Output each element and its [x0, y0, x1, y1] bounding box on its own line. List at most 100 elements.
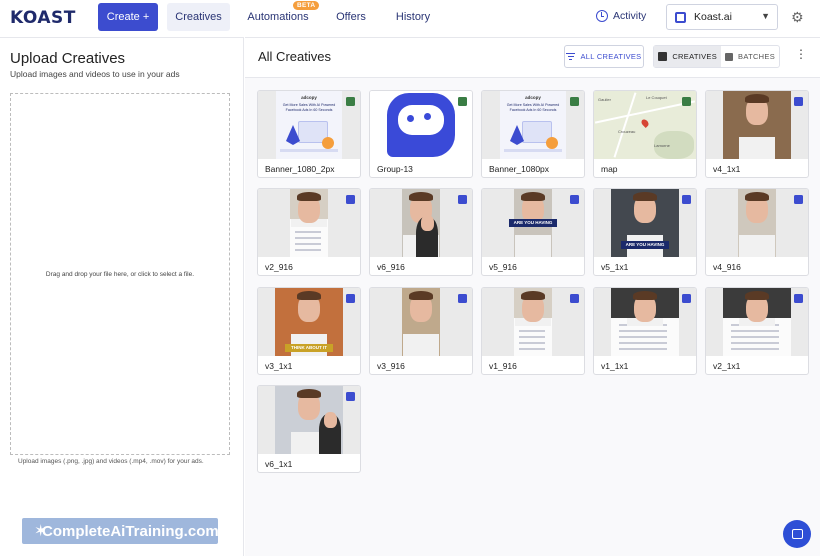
more-options-icon[interactable]: ⋮: [795, 47, 807, 61]
video-icon: [346, 195, 355, 204]
creative-card[interactable]: v4_1x1: [705, 90, 809, 178]
thumbnail-shape: Gaulier Le Couquet Crouzeau Lamorne: [594, 91, 696, 159]
upload-hint: Upload images (.png, .jpg) and videos (.…: [18, 458, 204, 465]
creative-card[interactable]: v1_1x1: [593, 287, 697, 375]
thumbnail-shape: [738, 189, 776, 257]
view-creatives-button[interactable]: CREATIVES: [654, 46, 721, 67]
creative-card[interactable]: ARE YOU HAVING v5_916: [481, 188, 585, 276]
thumbnail-shape: adcopy Get More Sales With AI Powered Fa…: [276, 91, 342, 159]
thumbnail-shape: [409, 291, 433, 300]
video-icon: [570, 294, 579, 303]
creative-name: Banner_1080_2px: [265, 164, 335, 174]
thumbnail-shape: [731, 342, 779, 344]
creative-name: v3_916: [377, 361, 405, 371]
creative-card[interactable]: v6_916: [369, 188, 473, 276]
creative-name: v5_916: [489, 262, 517, 272]
thumbnail-shape: [504, 149, 562, 152]
thumbnail-shape: [619, 342, 667, 344]
thumbnail-shape: [723, 288, 791, 356]
file-dropzone[interactable]: Drag and drop your file here, or click t…: [10, 93, 230, 455]
thumbnail-shape: [546, 137, 558, 149]
thumbnail-shape: [521, 192, 545, 201]
creative-thumbnail: [258, 386, 360, 454]
thumbnail-shape: ARE YOU HAVING: [621, 241, 669, 249]
creative-name: v3_1x1: [265, 361, 293, 371]
thumbnail-shape: [731, 330, 779, 332]
thumbnail-shape: [640, 118, 650, 128]
creative-thumbnail: [594, 288, 696, 356]
thumbnail-shape: [409, 192, 433, 201]
thumbnail-shape: [297, 291, 321, 300]
thumbnail-shape: ARE YOU HAVING: [509, 189, 557, 257]
creative-name: Group-13: [377, 164, 413, 174]
thumbnail-shape: [297, 192, 321, 201]
image-icon: [570, 97, 579, 106]
tab-creatives[interactable]: Creatives: [167, 3, 230, 31]
thumbnail-shape: [619, 336, 667, 338]
thumbnail-shape: [403, 334, 439, 356]
video-icon: [458, 195, 467, 204]
koast-logo[interactable]: KOAST: [10, 8, 76, 28]
thumbnail-shape: ARE YOU HAVING: [509, 219, 557, 227]
view-batches-button[interactable]: BATCHES: [721, 46, 779, 67]
thumbnail-shape: [731, 336, 779, 338]
image-icon: [458, 97, 467, 106]
watermark-text: CompleteAiTraining.com: [42, 522, 219, 540]
creative-card[interactable]: v3_916: [369, 287, 473, 375]
chat-button[interactable]: [783, 520, 811, 548]
creative-card[interactable]: v2_916: [257, 188, 361, 276]
thumbnail-shape: [521, 291, 545, 300]
chat-icon: [791, 529, 803, 539]
thumbnail-shape: [402, 288, 440, 356]
creative-name: v2_916: [265, 262, 293, 272]
creative-thumbnail: [706, 91, 808, 159]
video-icon: [682, 195, 691, 204]
upload-panel: Upload Creatives Upload images and video…: [0, 37, 244, 556]
create-button[interactable]: Create +: [98, 3, 158, 31]
image-icon: [682, 97, 691, 106]
thumbnail-shape: [613, 92, 637, 158]
thumbnail-shape: [633, 192, 657, 201]
video-icon: [346, 294, 355, 303]
activity-button[interactable]: Activity: [596, 10, 646, 22]
creative-thumbnail: [258, 189, 360, 257]
creative-card[interactable]: THINK ABOUT IT v3_1x1: [257, 287, 361, 375]
thumbnail-shape: [518, 342, 546, 344]
creative-card[interactable]: Gaulier Le Couquet Crouzeau Lamorne map: [593, 90, 697, 178]
creative-thumbnail: adcopy Get More Sales With AI Powered Fa…: [258, 91, 360, 159]
thumbnail-shape: [424, 113, 431, 120]
thumbnail-shape: [518, 330, 546, 332]
view-batches-label: BATCHES: [738, 52, 775, 61]
creative-name: v1_1x1: [601, 361, 629, 371]
creative-name: v6_916: [377, 262, 405, 272]
thumbnail-shape: [370, 91, 472, 159]
filter-button[interactable]: ALL CREATIVES: [564, 45, 644, 68]
thumbnail-shape: Gaulier: [598, 97, 611, 102]
image-icon: [658, 52, 668, 61]
thumbnail-shape: Get More Sales With AI Powered Facebook …: [282, 103, 336, 112]
thumbnail-shape: [398, 105, 444, 135]
creative-card[interactable]: v6_1x1: [257, 385, 361, 473]
creative-thumbnail: [706, 288, 808, 356]
creative-card[interactable]: v1_916: [481, 287, 585, 375]
top-nav: KOAST Create + Creatives Automations BET…: [0, 0, 820, 36]
creative-card[interactable]: adcopy Get More Sales With AI Powered Fa…: [481, 90, 585, 178]
thumbnail-shape: [294, 249, 322, 251]
account-name: Koast.ai: [694, 11, 732, 23]
creative-card[interactable]: Group-13: [369, 90, 473, 178]
creative-name: v6_1x1: [265, 459, 293, 469]
creative-name: v4_916: [713, 262, 741, 272]
creative-card[interactable]: v2_1x1: [705, 287, 809, 375]
creative-card[interactable]: adcopy Get More Sales With AI Powered Fa…: [257, 90, 361, 178]
thumbnail-shape: [731, 348, 779, 350]
thumbnail-shape: THINK ABOUT IT: [275, 288, 343, 356]
filter-label: ALL CREATIVES: [580, 52, 642, 61]
gear-icon[interactable]: ⚙: [791, 9, 804, 26]
creative-card[interactable]: ARE YOU HAVING v5_1x1: [593, 188, 697, 276]
tab-offers[interactable]: Offers: [330, 3, 372, 31]
tab-history[interactable]: History: [390, 3, 436, 31]
thumbnail-shape: [294, 243, 322, 245]
creative-card[interactable]: v4_916: [705, 188, 809, 276]
account-select[interactable]: Koast.ai ▼: [666, 4, 778, 30]
video-icon: [794, 97, 803, 106]
